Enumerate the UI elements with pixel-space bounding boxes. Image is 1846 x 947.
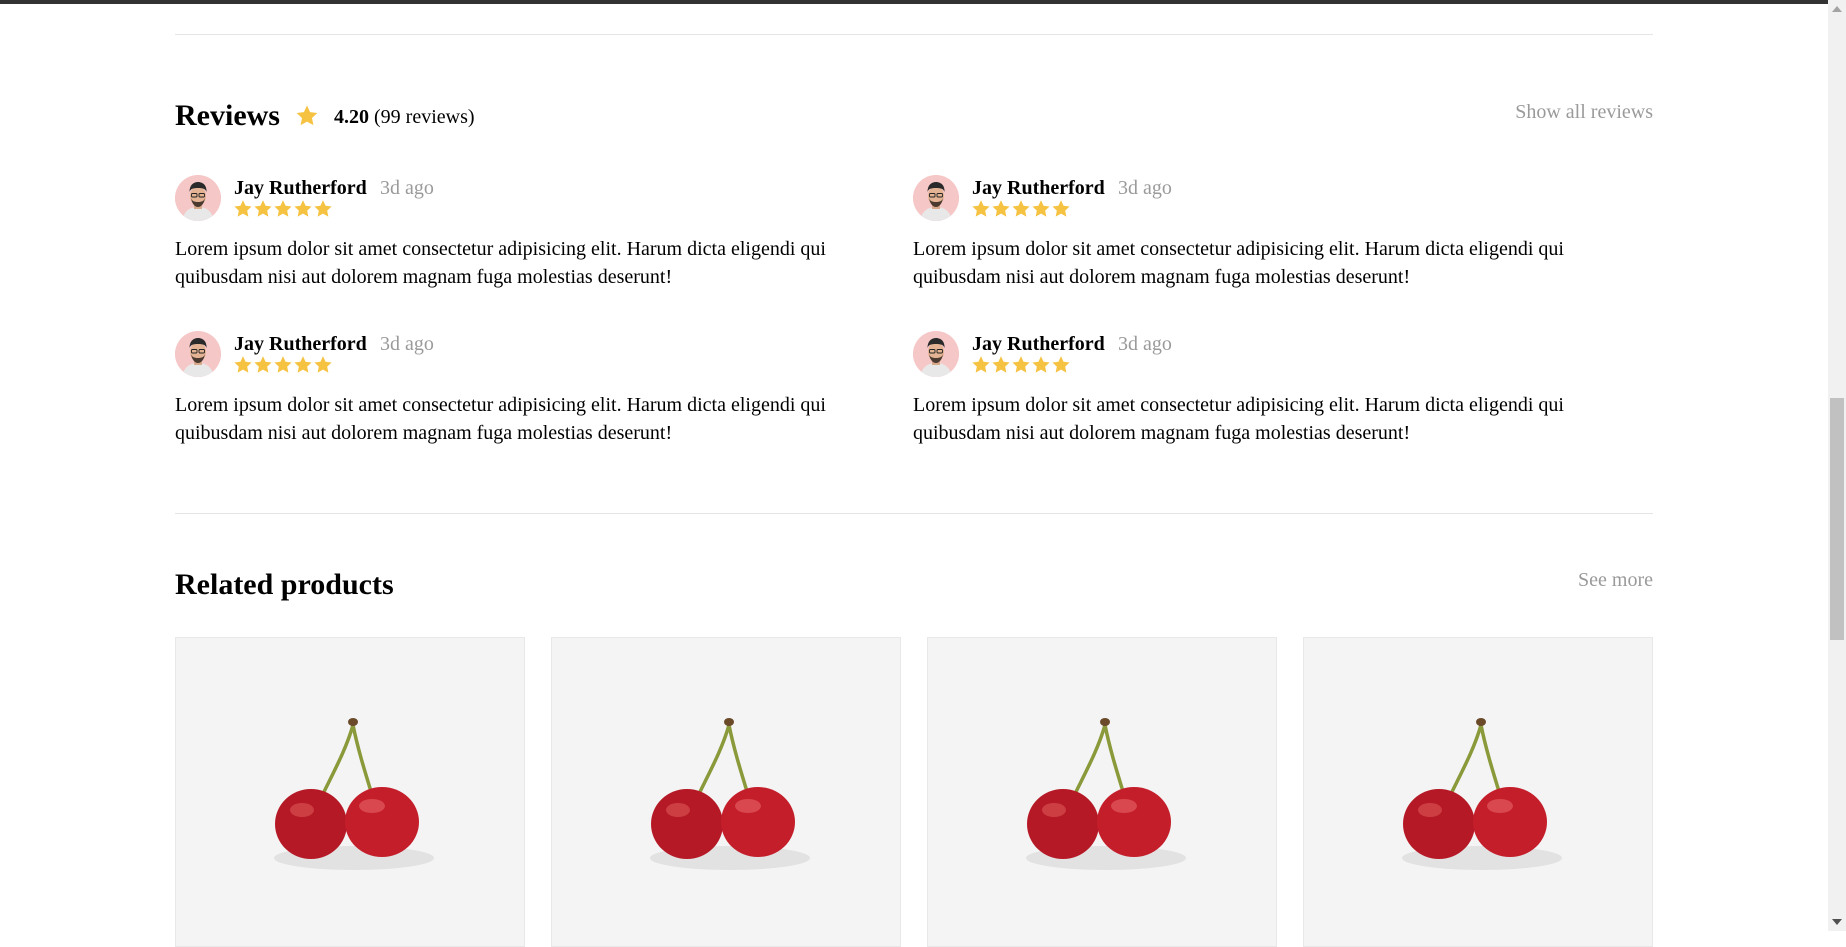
review-stars bbox=[233, 355, 333, 375]
star-icon bbox=[1012, 200, 1030, 217]
section-divider bbox=[175, 34, 1653, 35]
review-text: Lorem ipsum dolor sit amet consectetur a… bbox=[913, 238, 1564, 288]
review-time: 3d ago bbox=[380, 177, 434, 199]
star-icon bbox=[294, 356, 312, 373]
product-card[interactable] bbox=[551, 637, 901, 947]
scroll-down-arrow-icon[interactable] bbox=[1832, 919, 1842, 925]
rating-value: 4.20 bbox=[334, 106, 369, 128]
review-time: 3d ago bbox=[380, 333, 434, 355]
show-all-reviews-link[interactable]: Show all reviews bbox=[1515, 98, 1653, 126]
reviewer-name: Jay Rutherford bbox=[234, 333, 367, 355]
cherry-image-icon bbox=[1402, 718, 1562, 870]
product-card[interactable] bbox=[175, 637, 525, 947]
star-icon bbox=[1052, 356, 1070, 373]
review-text: Lorem ipsum dolor sit amet consectetur a… bbox=[175, 394, 826, 444]
star-icon bbox=[314, 356, 332, 373]
cherry-image-icon bbox=[650, 718, 810, 870]
review-time: 3d ago bbox=[1118, 177, 1172, 199]
cherry-image-icon bbox=[1026, 718, 1186, 870]
product-card[interactable] bbox=[927, 637, 1277, 947]
star-icon bbox=[992, 356, 1010, 373]
avatar bbox=[913, 175, 959, 221]
reviewer-name: Jay Rutherford bbox=[972, 333, 1105, 355]
star-icon bbox=[1052, 200, 1070, 217]
review-time: 3d ago bbox=[1118, 333, 1172, 355]
scroll-up-arrow-icon[interactable] bbox=[1832, 6, 1842, 12]
star-icon bbox=[992, 200, 1010, 217]
star-icon bbox=[274, 200, 292, 217]
related-products-title: Related products bbox=[175, 568, 394, 601]
section-divider bbox=[175, 513, 1653, 514]
star-icon bbox=[234, 356, 252, 373]
reviews-title: Reviews bbox=[175, 99, 280, 132]
scrollbar-thumb[interactable] bbox=[1830, 398, 1844, 640]
rating-summary: 4.20 (99 reviews) bbox=[334, 102, 475, 132]
review-count: (99 reviews) bbox=[374, 106, 475, 128]
star-icon bbox=[314, 200, 332, 217]
star-icon bbox=[1032, 200, 1050, 217]
star-icon bbox=[972, 356, 990, 373]
review-stars bbox=[971, 199, 1071, 219]
star-icon bbox=[1012, 356, 1030, 373]
avatar bbox=[175, 331, 221, 377]
review-text: Lorem ipsum dolor sit amet consectetur a… bbox=[913, 394, 1564, 444]
avatar bbox=[913, 331, 959, 377]
star-icon bbox=[234, 200, 252, 217]
review-stars bbox=[233, 199, 333, 219]
review-stars bbox=[971, 355, 1071, 375]
reviewer-name: Jay Rutherford bbox=[234, 177, 367, 199]
reviews-header: Reviews 4.20 (99 reviews) Show all revie… bbox=[175, 96, 1653, 140]
page-scrollbar[interactable] bbox=[1828, 0, 1846, 931]
review-text: Lorem ipsum dolor sit amet consectetur a… bbox=[175, 238, 826, 288]
rating-star-icon bbox=[295, 104, 319, 133]
see-more-link[interactable]: See more bbox=[1578, 566, 1653, 594]
reviewer-name: Jay Rutherford bbox=[972, 177, 1105, 199]
top-border bbox=[0, 0, 1828, 4]
star-icon bbox=[972, 200, 990, 217]
cherry-image-icon bbox=[274, 718, 434, 870]
star-icon bbox=[294, 200, 312, 217]
star-icon bbox=[1032, 356, 1050, 373]
star-icon bbox=[254, 200, 272, 217]
avatar bbox=[175, 175, 221, 221]
star-icon bbox=[254, 356, 272, 373]
star-icon bbox=[274, 356, 292, 373]
product-card[interactable] bbox=[1303, 637, 1653, 947]
